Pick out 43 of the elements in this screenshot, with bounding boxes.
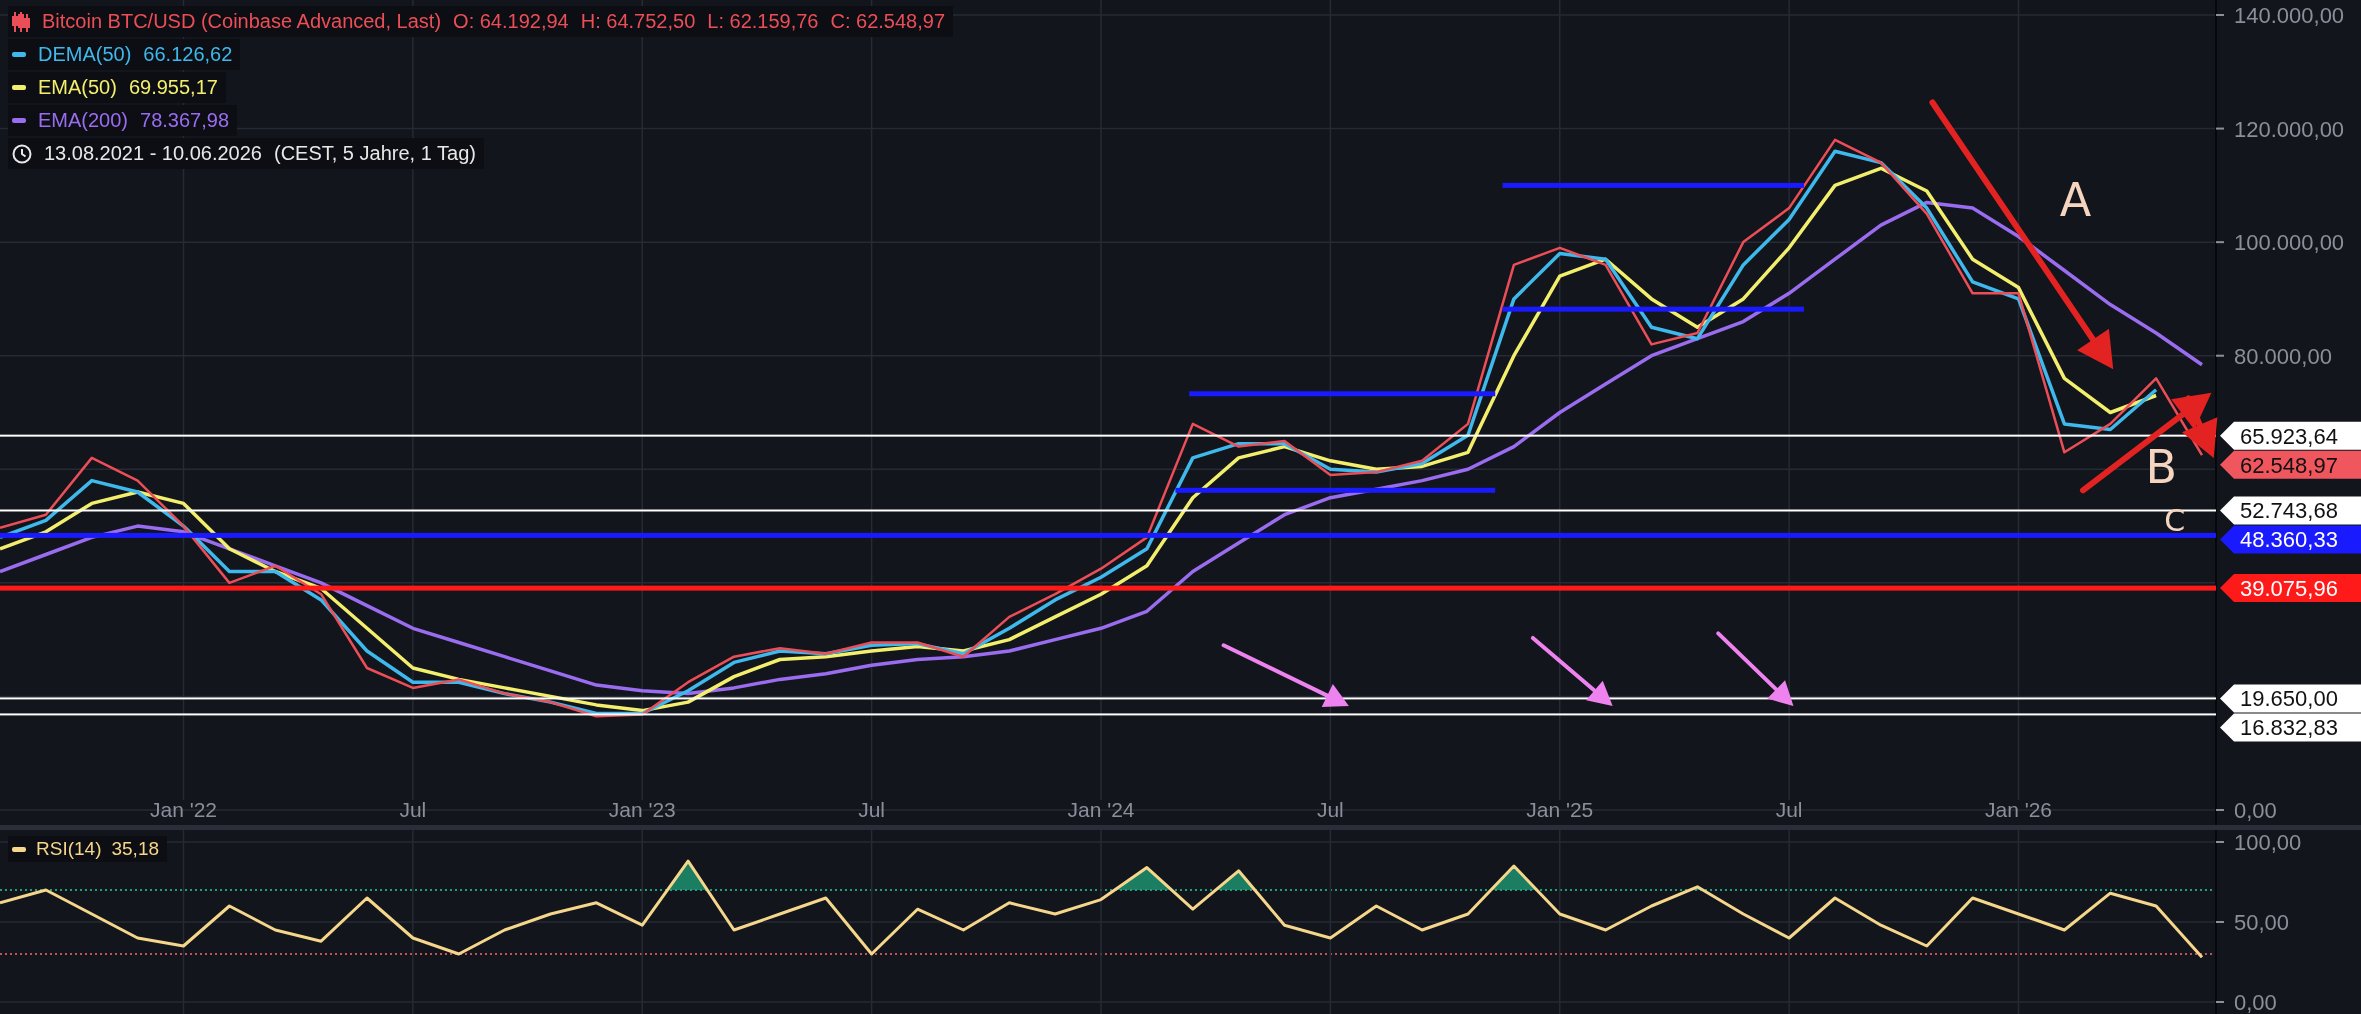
indicator-name: RSI(14) <box>36 838 102 860</box>
price-tag: 19.650,00 <box>2220 684 2361 713</box>
indicator-value: 78.367,98 <box>140 109 229 132</box>
axis-label: 50,00 <box>2234 910 2290 935</box>
handwritten-letter: B <box>2145 439 2178 494</box>
price-tag: 48.360,33 <box>2220 525 2361 554</box>
price-tag: 52.743,68 <box>2220 496 2361 525</box>
axis-label: 120.000,00 <box>2234 116 2345 142</box>
price-tag: 39.075,96 <box>2220 574 2361 603</box>
axis-label: Jan '24 <box>1067 798 1135 821</box>
ohlc-value: H: 64.752,50 <box>580 10 696 33</box>
ohlc-value: L: 62.159,76 <box>707 10 819 33</box>
indicator-name: EMA(200) <box>38 109 129 132</box>
date-range: 13.08.2021 - 10.06.2026 <box>44 142 262 165</box>
price-tag: 16.832,83 <box>2220 713 2361 742</box>
axis-label: Jul <box>399 798 427 821</box>
axis-label: Jul <box>858 798 886 821</box>
axis-label: 100,00 <box>2234 830 2302 855</box>
indicator-value: 69.955,17 <box>128 76 218 99</box>
axis-label: 140.000,00 <box>2234 3 2345 28</box>
axis-label: 0,00 <box>2234 798 2277 823</box>
indicator-name: EMA(50) <box>38 76 117 99</box>
axis-label: Jan '26 <box>1984 798 2053 821</box>
axis-label: Jan '23 <box>608 798 676 821</box>
axis-label: Jan '25 <box>1526 798 1594 821</box>
price-tag: 62.548,97 <box>2220 450 2361 479</box>
range-details: (CEST, 5 Jahre, 1 Tag) <box>273 142 476 165</box>
axis-label: Jan '22 <box>149 798 218 821</box>
axis-label: 80.000,00 <box>2234 343 2332 369</box>
ohlc-value: C: 62.548,97 <box>830 10 945 33</box>
axis-label: Jul <box>1316 798 1344 821</box>
axis-label: Jul <box>1775 798 1803 821</box>
indicator-value: 35,18 <box>111 838 159 860</box>
ohlc-value: O: 64.192,94 <box>453 10 569 33</box>
price-tag: 65.923,64 <box>2220 421 2361 450</box>
clock-icon <box>12 143 32 164</box>
handwritten-letter: A <box>2059 173 2092 228</box>
indicator-value: 66.126,62 <box>143 43 233 66</box>
symbol-title: Bitcoin BTC/USD (Coinbase Advanced, Last) <box>42 10 442 33</box>
axis-label: 100.000,00 <box>2234 230 2345 256</box>
indicator-name: DEMA(50) <box>38 43 132 66</box>
axis-label: 0,00 <box>2234 990 2277 1014</box>
handwritten-letter: C <box>2164 503 2186 539</box>
